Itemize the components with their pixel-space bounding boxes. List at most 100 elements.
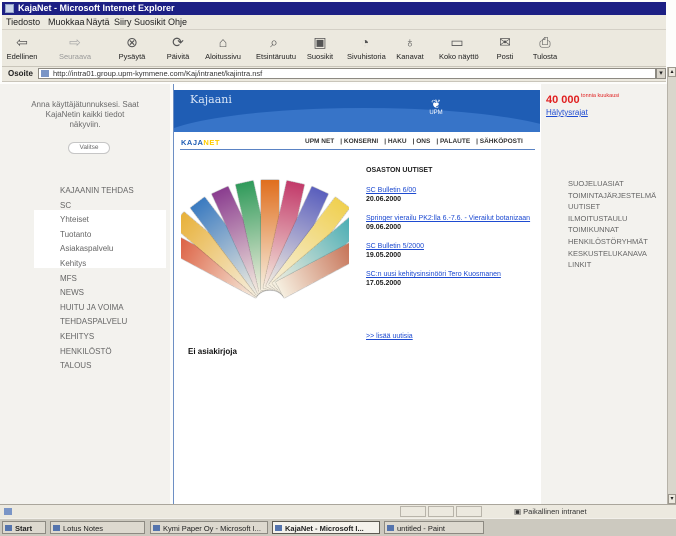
nav-keskustelukanava[interactable]: KESKUSTELUKANAVA bbox=[568, 248, 656, 260]
nav-toimintajarjestelma[interactable]: TOIMINTAJÄRJESTELMÄ bbox=[568, 190, 656, 202]
chevron-down-icon: ▾ bbox=[659, 70, 663, 77]
stop-button[interactable]: ⊗ Pysäytä bbox=[114, 32, 150, 61]
nav-henkilosto[interactable]: HENKILÖSTÖ bbox=[60, 345, 134, 360]
nav-suojeluasiat[interactable]: SUOJELUASIAT bbox=[568, 178, 656, 190]
status-cell bbox=[428, 506, 454, 517]
menu-help[interactable]: Ohje bbox=[168, 15, 187, 29]
status-cell bbox=[456, 506, 482, 517]
menu-edit[interactable]: Muokkaa bbox=[48, 15, 85, 29]
nav-news[interactable]: NEWS bbox=[60, 286, 134, 301]
history-button[interactable]: ◔ Sivuhistoria bbox=[347, 32, 386, 61]
news-item: SC Bulletin 6/00 20.06.2000 bbox=[366, 186, 531, 204]
nav-talous[interactable]: TALOUS bbox=[60, 359, 134, 374]
address-bar: Osoite http://intra01.group.upm-kymmene.… bbox=[2, 67, 666, 82]
ie-icon bbox=[5, 4, 14, 13]
search-button[interactable]: ⌕ Etsintäruutu bbox=[256, 32, 296, 61]
news-link[interactable]: Springer vierailu PK2:lla 6.-7.6. - Vier… bbox=[366, 214, 531, 223]
no-documents-text: Ei asiakirjoja bbox=[188, 347, 237, 356]
channels-icon: ♁ bbox=[404, 34, 416, 50]
nav-kajaanin-tehdas[interactable]: KAJAANIN TEHDAS bbox=[60, 184, 134, 199]
print-button[interactable]: ⎙ Tulosta bbox=[527, 32, 563, 61]
security-zone: ▣ Paikallinen intranet bbox=[514, 507, 587, 516]
taskbar-item-kymi-paper[interactable]: Kymi Paper Oy - Microsoft I... bbox=[150, 521, 268, 534]
nav-kehitys-sub[interactable]: Kehitys bbox=[60, 257, 134, 272]
topnav-ons[interactable]: ONS bbox=[416, 138, 430, 145]
start-button[interactable]: Start bbox=[2, 521, 46, 534]
alarm-limits-link[interactable]: Hälytysrajat bbox=[546, 108, 588, 117]
nav-linkit[interactable]: LINKIT bbox=[568, 259, 656, 271]
more-news-link[interactable]: >> lisää uutisia bbox=[366, 333, 413, 340]
vertical-scrollbar[interactable]: ▴ ▾ bbox=[667, 67, 676, 504]
topnav-upm-net[interactable]: UPM NET bbox=[305, 138, 334, 145]
nav-mfs[interactable]: MFS bbox=[60, 272, 134, 287]
forward-button[interactable]: ⇨ Seuraava bbox=[57, 32, 93, 61]
menu-go[interactable]: Siiry bbox=[114, 15, 132, 29]
home-icon: ⌂ bbox=[218, 34, 228, 50]
windows-icon bbox=[5, 525, 12, 531]
news-date: 20.06.2000 bbox=[366, 196, 402, 203]
topnav-sahkoposti[interactable]: SÄHKÖPOSTI bbox=[480, 138, 523, 145]
nav-tehdaspalvelu[interactable]: TEHDASPALVELU bbox=[60, 315, 134, 330]
nav-toimikunnat[interactable]: TOIMIKUNNAT bbox=[568, 224, 656, 236]
menu-view[interactable]: Näytä bbox=[86, 15, 110, 29]
production-counter: 40 000 bbox=[546, 94, 580, 106]
upm-logo[interactable]: ❦ UPM bbox=[425, 98, 447, 116]
taskbar-item-kajanet[interactable]: KajaNet - Microsoft I... bbox=[272, 521, 380, 534]
news-link[interactable]: SC:n uusi kehitysinsinööri Tero Kuosmane… bbox=[366, 270, 531, 279]
nav-sc[interactable]: SC bbox=[60, 199, 134, 214]
page-status-icon bbox=[4, 508, 12, 515]
griffin-icon: ❦ bbox=[430, 97, 442, 111]
news-item: SC:n uusi kehitysinsinööri Tero Kuosmane… bbox=[366, 270, 531, 288]
nav-henkilostoryhmat[interactable]: HENKILÖSTÖRYHMÄT bbox=[568, 236, 656, 248]
status-bar: ▣ Paikallinen intranet bbox=[0, 504, 676, 518]
scroll-up-button[interactable]: ▴ bbox=[668, 67, 676, 77]
news-link[interactable]: SC Bulletin 5/2000 bbox=[366, 242, 531, 251]
print-icon: ⎙ bbox=[539, 34, 551, 50]
news-link[interactable]: SC Bulletin 6/00 bbox=[366, 186, 531, 195]
fullscreen-button[interactable]: ▭ Koko näyttö bbox=[439, 32, 479, 61]
menu-file[interactable]: Tiedosto bbox=[6, 15, 40, 29]
window-titlebar[interactable]: KajaNet - Microsoft Internet Explorer bbox=[2, 2, 666, 15]
channels-button[interactable]: ♁ Kanavat bbox=[392, 32, 428, 61]
address-input[interactable]: http://intra01.group.upm-kymmene.com/Kaj… bbox=[38, 68, 656, 79]
nav-tuotanto[interactable]: Tuotanto bbox=[60, 228, 134, 243]
paint-icon bbox=[387, 525, 394, 531]
brand-signature: Kajaani bbox=[190, 93, 232, 106]
menu-favorites[interactable]: Suosikit bbox=[134, 15, 166, 29]
nav-uutiset[interactable]: UUTISET bbox=[568, 201, 656, 213]
address-dropdown-button[interactable]: ▾ bbox=[656, 68, 666, 79]
nav-ilmoitustaulu[interactable]: ILMOITUSTAULU bbox=[568, 213, 656, 225]
toolbar: ⇦ Edellinen ⇨ Seuraava ⊗ Pysäytä ⟳ Päivi… bbox=[2, 30, 666, 67]
back-button[interactable]: ⇦ Edellinen bbox=[4, 32, 40, 61]
nav-yhteiset[interactable]: Yhteiset bbox=[60, 213, 134, 228]
mail-button[interactable]: ✉ Posti bbox=[487, 32, 523, 61]
scroll-down-button[interactable]: ▾ bbox=[668, 494, 676, 504]
nav-huitu-ja-voima[interactable]: HUITU JA VOIMA bbox=[60, 301, 134, 316]
back-arrow-icon: ⇦ bbox=[16, 34, 28, 50]
magazine-collage-image bbox=[181, 160, 349, 300]
taskbar-item-paint[interactable]: untitled - Paint bbox=[384, 521, 484, 534]
top-nav: UPM NET | KONSERNI | HAKU | ONS | PALAUTE | S… bbox=[305, 138, 523, 145]
topnav-konserni[interactable]: KONSERNI bbox=[344, 138, 378, 145]
favorites-button[interactable]: ▣ Suosikit bbox=[302, 32, 338, 61]
refresh-button[interactable]: ⟳ Päivitä bbox=[160, 32, 196, 61]
address-url: http://intra01.group.upm-kymmene.com/Kaj… bbox=[53, 69, 263, 78]
login-button[interactable]: Valitse bbox=[68, 142, 110, 154]
news-date: 19.05.2000 bbox=[366, 252, 402, 259]
ie-icon bbox=[275, 525, 282, 531]
nav-asiakaspalvelu[interactable]: Asiakaspalvelu bbox=[60, 242, 134, 257]
topnav-haku[interactable]: HAKU bbox=[388, 138, 407, 145]
news-date: 17.05.2000 bbox=[366, 280, 402, 287]
news-heading: OSASTON UUTISET bbox=[366, 167, 433, 174]
ie-icon bbox=[153, 525, 160, 531]
stop-icon: ⊗ bbox=[126, 34, 138, 50]
kajanet-logo[interactable]: KAJANET bbox=[181, 138, 220, 147]
home-button[interactable]: ⌂ Aloitussivu bbox=[205, 32, 241, 61]
taskbar-item-lotus-notes[interactable]: Lotus Notes bbox=[50, 521, 145, 534]
nav-kehitys[interactable]: KEHITYS bbox=[60, 330, 134, 345]
search-icon: ⌕ bbox=[270, 34, 278, 50]
topnav-palaute[interactable]: PALAUTE bbox=[440, 138, 470, 145]
news-list: SC Bulletin 6/00 20.06.2000 Springer vie… bbox=[366, 186, 531, 298]
intranet-icon: ▣ bbox=[514, 507, 524, 516]
menu-bar: Tiedosto Muokkaa Näytä Siiry Suosikit Oh… bbox=[2, 15, 666, 30]
